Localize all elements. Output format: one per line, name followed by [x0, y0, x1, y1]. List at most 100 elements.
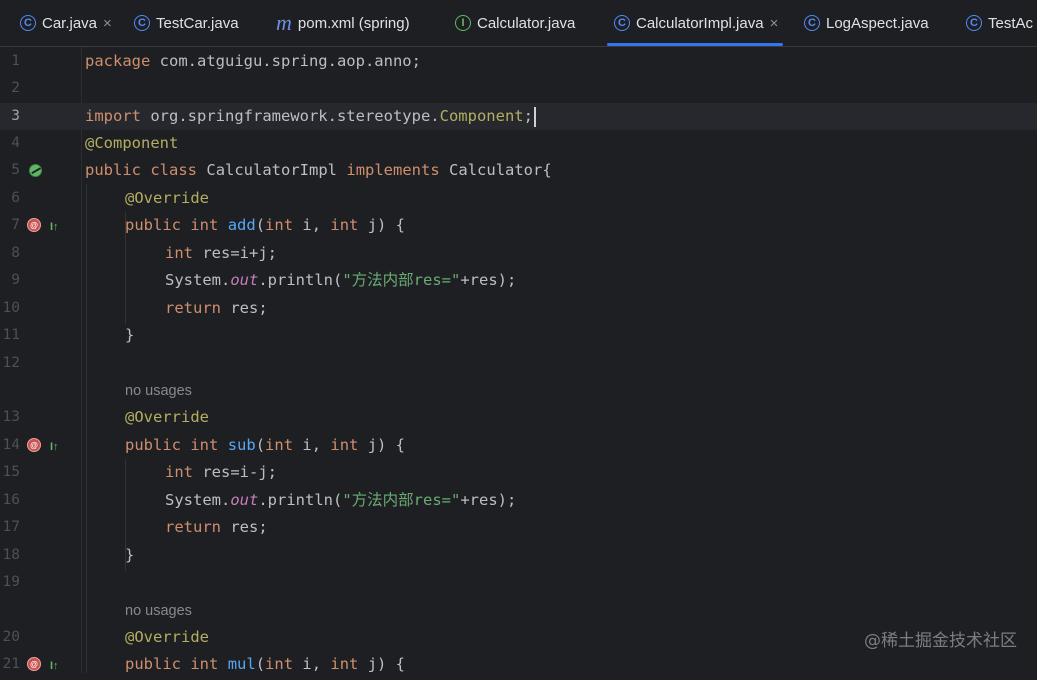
keyword: int: [265, 436, 294, 454]
line-number: 10: [2, 300, 20, 316]
code-line[interactable]: 9 System.out.println("方法内部res="+res);: [0, 267, 1037, 294]
implements-method-icon[interactable]: I↑: [50, 653, 59, 680]
statement: res=i+j;: [193, 244, 277, 262]
line-number: 13: [2, 409, 20, 425]
class-icon: C: [614, 15, 630, 31]
semicolon: ;: [523, 107, 533, 125]
class-ref: System.: [165, 491, 231, 509]
code-line[interactable]: 16 System.out.println("方法内部res="+res);: [0, 487, 1037, 514]
implements-method-icon[interactable]: I↑: [50, 434, 59, 461]
param: j) {: [358, 655, 406, 673]
usages-inlay-hint[interactable]: no usages: [125, 380, 192, 402]
code-line[interactable]: 21 @ I↑ public int mul(int i, int j) {: [0, 651, 1037, 678]
keyword: public: [85, 161, 141, 179]
keyword: int: [190, 436, 219, 454]
string-literal: "方法内部res=": [342, 271, 461, 289]
aspect-advice-icon[interactable]: @: [27, 218, 41, 232]
close-icon[interactable]: ×: [103, 15, 112, 32]
keyword: int: [265, 655, 294, 673]
close-icon[interactable]: ×: [770, 15, 779, 32]
static-field: out: [230, 491, 259, 509]
code-line[interactable]: 7 @ I↑ public int add(int i, int j) {: [0, 212, 1037, 239]
code-line[interactable]: 5 public class CalculatorImpl implements…: [0, 157, 1037, 184]
keyword: int: [265, 216, 294, 234]
code-line[interactable]: 14 @ I↑ public int sub(int i, int j) {: [0, 432, 1037, 459]
code-line[interactable]: 4 @Component: [0, 130, 1037, 157]
code-line[interactable]: 11 }: [0, 322, 1037, 349]
tab-calculator-java[interactable]: I Calculator.java: [455, 0, 575, 46]
brace: }: [125, 546, 135, 564]
code-line[interactable]: 2: [0, 75, 1037, 102]
class-icon: C: [966, 15, 982, 31]
keyword: public: [125, 655, 181, 673]
param: j) {: [358, 216, 406, 234]
string-literal: "方法内部res=": [342, 491, 461, 509]
code-line-current[interactable]: 3 import org.springframework.stereotype.…: [0, 103, 1037, 130]
tab-label: Calculator.java: [477, 14, 576, 32]
line-number: 19: [2, 574, 20, 590]
line-number: 14: [2, 437, 20, 453]
line-number: 21: [2, 656, 20, 672]
tab-testac[interactable]: C TestAc: [966, 0, 1033, 46]
tab-label: TestAc: [988, 14, 1034, 32]
line-number: 8: [11, 245, 20, 261]
method-name: mul: [227, 655, 256, 673]
code-line[interactable]: 8 int res=i+j;: [0, 240, 1037, 267]
interface-icon: I: [455, 15, 471, 31]
keyword: int: [330, 655, 359, 673]
aspect-advice-icon[interactable]: @: [27, 438, 41, 452]
spring-bean-icon[interactable]: [26, 161, 45, 180]
text-caret: [533, 106, 536, 127]
code-line[interactable]: 1 package com.atguigu.spring.aop.anno;: [0, 48, 1037, 75]
line-number: 3: [11, 108, 20, 124]
keyword: int: [330, 216, 359, 234]
param: i,: [293, 436, 331, 454]
tab-testcar-java[interactable]: C TestCar.java: [134, 0, 239, 46]
line-number: 15: [2, 464, 20, 480]
keyword: int: [330, 436, 359, 454]
usages-inlay-hint[interactable]: no usages: [125, 600, 192, 622]
code-line[interactable]: 10 return res;: [0, 295, 1037, 322]
tab-calculatorimpl-java[interactable]: C CalculatorImpl.java ×: [607, 0, 784, 46]
param: i,: [293, 216, 331, 234]
code-line[interactable]: 12: [0, 350, 1037, 377]
param: j) {: [358, 436, 406, 454]
paren: (: [255, 655, 266, 673]
code-line[interactable]: 17 return res;: [0, 514, 1037, 541]
code-line[interactable]: 15 int res=i-j;: [0, 459, 1037, 486]
line-number: 7: [11, 217, 20, 233]
param: i,: [293, 655, 331, 673]
keyword: public: [125, 436, 181, 454]
code-line[interactable]: 13 @Override: [0, 404, 1037, 431]
code-editor[interactable]: 1 package com.atguigu.spring.aop.anno; 2…: [0, 47, 1037, 673]
code-line[interactable]: 6 @Override: [0, 185, 1037, 212]
tab-car-java[interactable]: C Car.java ×: [20, 0, 112, 46]
code-line[interactable]: 19: [0, 569, 1037, 596]
keyword: implements: [346, 161, 440, 179]
tab-label: TestCar.java: [156, 14, 239, 32]
keyword: class: [150, 161, 198, 179]
line-number: 2: [11, 80, 20, 96]
statement: res;: [221, 518, 268, 536]
keyword: int: [190, 655, 219, 673]
paren: (: [255, 436, 266, 454]
line-number: 20: [2, 629, 20, 645]
tab-label: Car.java: [42, 14, 98, 32]
statement: res;: [221, 299, 268, 317]
annotation: @Override: [125, 628, 209, 646]
interface-name: Calculator{: [449, 161, 552, 179]
line-number: 5: [11, 162, 20, 178]
keyword: package: [85, 52, 151, 70]
code-line[interactable]: 18 }: [0, 542, 1037, 569]
import-class: Component: [439, 107, 524, 125]
editor-tab-bar: C Car.java × C TestCar.java m pom.xml (s…: [0, 0, 1037, 47]
tab-logaspect-java[interactable]: C LogAspect.java: [804, 0, 929, 46]
aspect-advice-icon[interactable]: @: [27, 657, 41, 671]
line-number: 11: [2, 327, 20, 343]
statement-end: +res);: [460, 491, 517, 509]
implements-method-icon[interactable]: I↑: [50, 214, 59, 241]
statement: res=i-j;: [193, 463, 277, 481]
tab-pom-xml[interactable]: m pom.xml (spring): [276, 0, 410, 46]
brace: }: [125, 326, 135, 344]
line-number: 12: [2, 355, 20, 371]
